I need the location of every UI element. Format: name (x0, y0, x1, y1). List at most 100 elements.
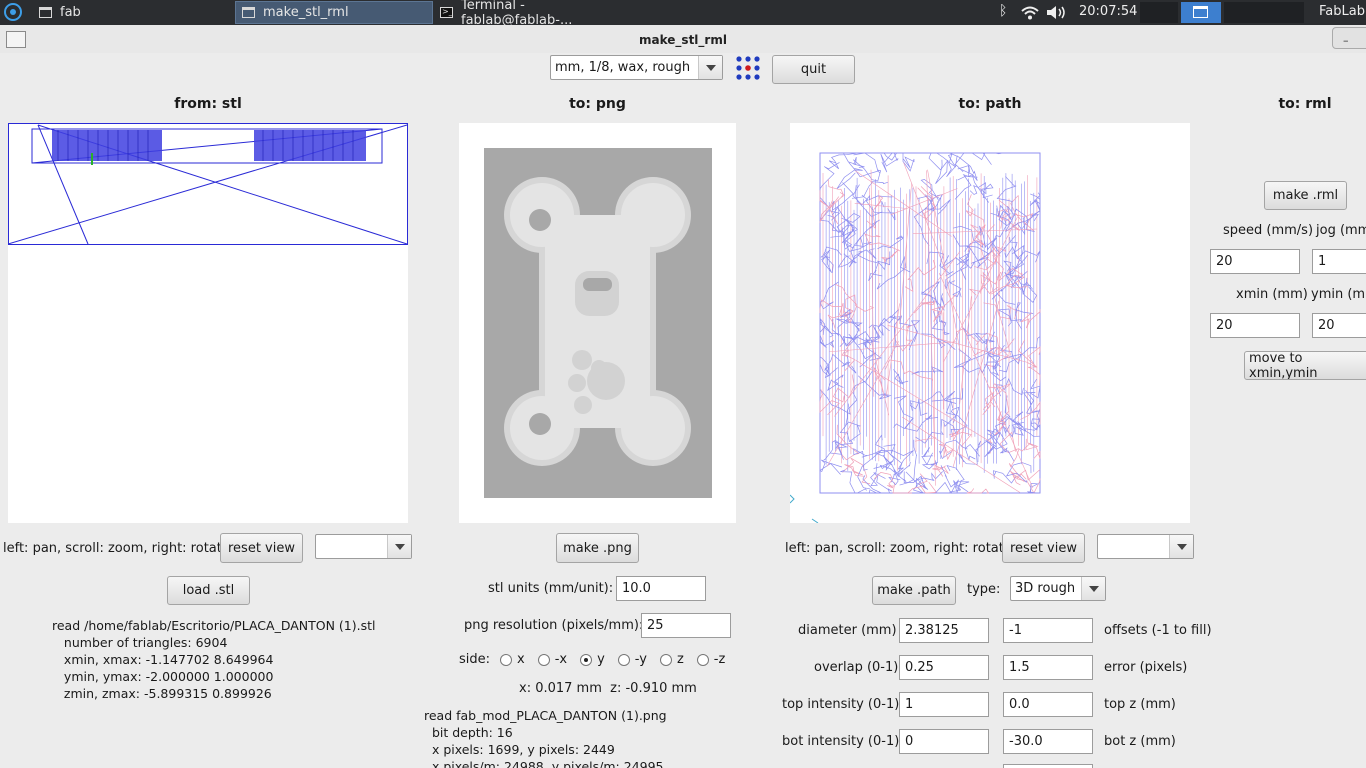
error-label: error (pixels) (1104, 660, 1188, 675)
window-titlebar: make_stl_rml (0, 25, 1366, 53)
task-terminal[interactable]: >_ Terminal - fablab@fablab-... (434, 0, 634, 28)
bot-intensity-input[interactable]: 0 (899, 729, 989, 754)
workspace-2[interactable] (1181, 2, 1221, 23)
bluetooth-icon[interactable]: ᛒ (999, 3, 1007, 19)
task-label: make_stl_rml (263, 5, 349, 20)
side-radio-minus-x[interactable]: -x (537, 652, 568, 667)
quit-button[interactable]: quit (772, 55, 855, 84)
toolpath-preview (789, 152, 1041, 524)
side-radio-group: x -x y -y z -z (500, 652, 738, 667)
png-image (484, 148, 712, 498)
bot-z-input[interactable]: -30.0 (1003, 729, 1093, 754)
png-view (459, 123, 736, 523)
volume-icon[interactable] (1046, 5, 1068, 20)
diameter-input[interactable]: 2.38125 (899, 618, 989, 643)
radio-dot (659, 653, 672, 666)
window-menu-button[interactable] (6, 31, 26, 48)
task-make-stl-rml[interactable]: make_stl_rml (235, 1, 433, 24)
radio-label: z (676, 652, 684, 667)
path-type-select[interactable]: 3D rough (1010, 576, 1106, 601)
workspace-3[interactable] (1224, 2, 1304, 23)
stl-info-line: read /home/fablab/Escritorio/PLACA_DANTO… (52, 618, 376, 633)
bot-intensity-label: bot intensity (0-1) (782, 734, 900, 749)
side-radio-minus-y[interactable]: -y (617, 652, 647, 667)
png-info-line: x pixels/m: 24988, y pixels/m: 24995 (424, 759, 664, 768)
error-input[interactable]: 1.5 (1003, 655, 1093, 680)
stl-view-select[interactable] (315, 534, 412, 559)
path-type-value: 3D rough (1015, 581, 1076, 596)
app-menu-icon[interactable] (4, 3, 22, 21)
diameter-label: diameter (mm) (798, 623, 897, 638)
radio-label: -x (554, 652, 568, 667)
path-heading: to: path (958, 96, 1022, 112)
wifi-icon[interactable] (1020, 5, 1040, 20)
radio-dot (500, 653, 512, 666)
task-label: Terminal - fablab@fablab-... (461, 0, 573, 28)
path-reset-view-button[interactable]: reset view (1002, 533, 1085, 563)
minimize-button[interactable]: – (1332, 27, 1366, 49)
offsets-label: offsets (-1 to fill) (1104, 623, 1212, 638)
stl-units-label: stl units (mm/unit): (488, 581, 614, 596)
side-radio-minus-z[interactable]: -z (696, 652, 725, 667)
load-stl-button[interactable]: load .stl (167, 576, 250, 605)
xmin-input[interactable]: 20 (1210, 313, 1300, 338)
bot-z-label: bot z (mm) (1104, 734, 1176, 749)
stl-info-line: xmin, xmax: -1.147702 8.649964 (52, 652, 274, 667)
xmin-label: xmin (mm) (1236, 287, 1308, 302)
make-png-button[interactable]: make .png (556, 533, 639, 563)
stl-info-line: zmin, zmax: -5.899315 0.899926 (52, 686, 272, 701)
make-path-button[interactable]: make .path (872, 576, 956, 605)
make-rml-button[interactable]: make .rml (1264, 181, 1347, 210)
jog-label: jog (mm (1316, 223, 1366, 238)
top-intensity-label: top intensity (0-1) (782, 697, 900, 712)
stl-reset-view-button[interactable]: reset view (220, 533, 303, 563)
stl-view-hint: left: pan, scroll: zoom, right: rotate (3, 541, 230, 556)
jog-input[interactable]: 1 (1312, 249, 1366, 274)
stl-heading: from: stl (174, 96, 242, 112)
radio-dot (580, 653, 593, 666)
stl-units-input[interactable]: 10.0 (616, 576, 706, 601)
rml-heading: to: rml (1278, 96, 1332, 112)
side-label: side: (459, 652, 491, 667)
stl-info-line: number of triangles: 6904 (52, 635, 228, 650)
chevron-down-icon (698, 56, 722, 79)
stl-info-line: ymin, ymax: -2.000000 1.000000 (52, 669, 274, 684)
overlap-input[interactable]: 0.25 (899, 655, 989, 680)
top-z-input[interactable]: 0.0 (1003, 692, 1093, 717)
task-label: fab (60, 5, 81, 20)
path-view-hint: left: pan, scroll: zoom, right: rotate (785, 541, 1012, 556)
side-radio-x[interactable]: x (500, 652, 525, 667)
offsets-input[interactable]: -1 (1003, 618, 1093, 643)
window-icon (1193, 6, 1208, 18)
top-intensity-input[interactable]: 1 (899, 692, 989, 717)
next-input-partial[interactable] (1003, 764, 1093, 768)
speed-input[interactable]: 20 (1210, 249, 1300, 274)
radio-label: -y (634, 652, 647, 667)
ymin-input[interactable]: 20 (1312, 313, 1366, 338)
window-icon (242, 7, 255, 18)
path-view[interactable] (789, 123, 1190, 524)
stl-info: read /home/fablab/Escritorio/PLACA_DANTO… (52, 617, 376, 702)
type-label: type: (967, 582, 1001, 597)
overlap-label: overlap (0-1) (814, 660, 899, 675)
radio-dot (696, 653, 709, 666)
speed-label: speed (mm/s) (1223, 223, 1314, 238)
radio-label: x (517, 652, 525, 667)
png-info-line: bit depth: 16 (424, 725, 513, 740)
radio-dot (617, 653, 630, 666)
task-fab[interactable]: fab (33, 1, 229, 24)
side-radio-z[interactable]: z (659, 652, 684, 667)
png-resolution-label: png resolution (pixels/mm): (464, 618, 644, 633)
png-resolution-input[interactable]: 25 (641, 613, 731, 638)
png-info: read fab_mod_PLACA_DANTON (1).png bit de… (424, 707, 667, 768)
chevron-down-icon (1169, 535, 1193, 558)
radio-label: y (597, 652, 605, 667)
radio-dot (537, 653, 550, 666)
stl-view[interactable] (7, 123, 408, 523)
preset-select[interactable]: mm, 1/8, wax, rough (550, 55, 723, 80)
workspace-1[interactable] (1140, 2, 1178, 23)
move-to-xmin-ymin-button[interactable]: move to xmin,ymin (1244, 351, 1366, 380)
side-radio-y[interactable]: y (580, 652, 605, 667)
path-view-select[interactable] (1097, 534, 1194, 559)
top-z-label: top z (mm) (1104, 697, 1176, 712)
